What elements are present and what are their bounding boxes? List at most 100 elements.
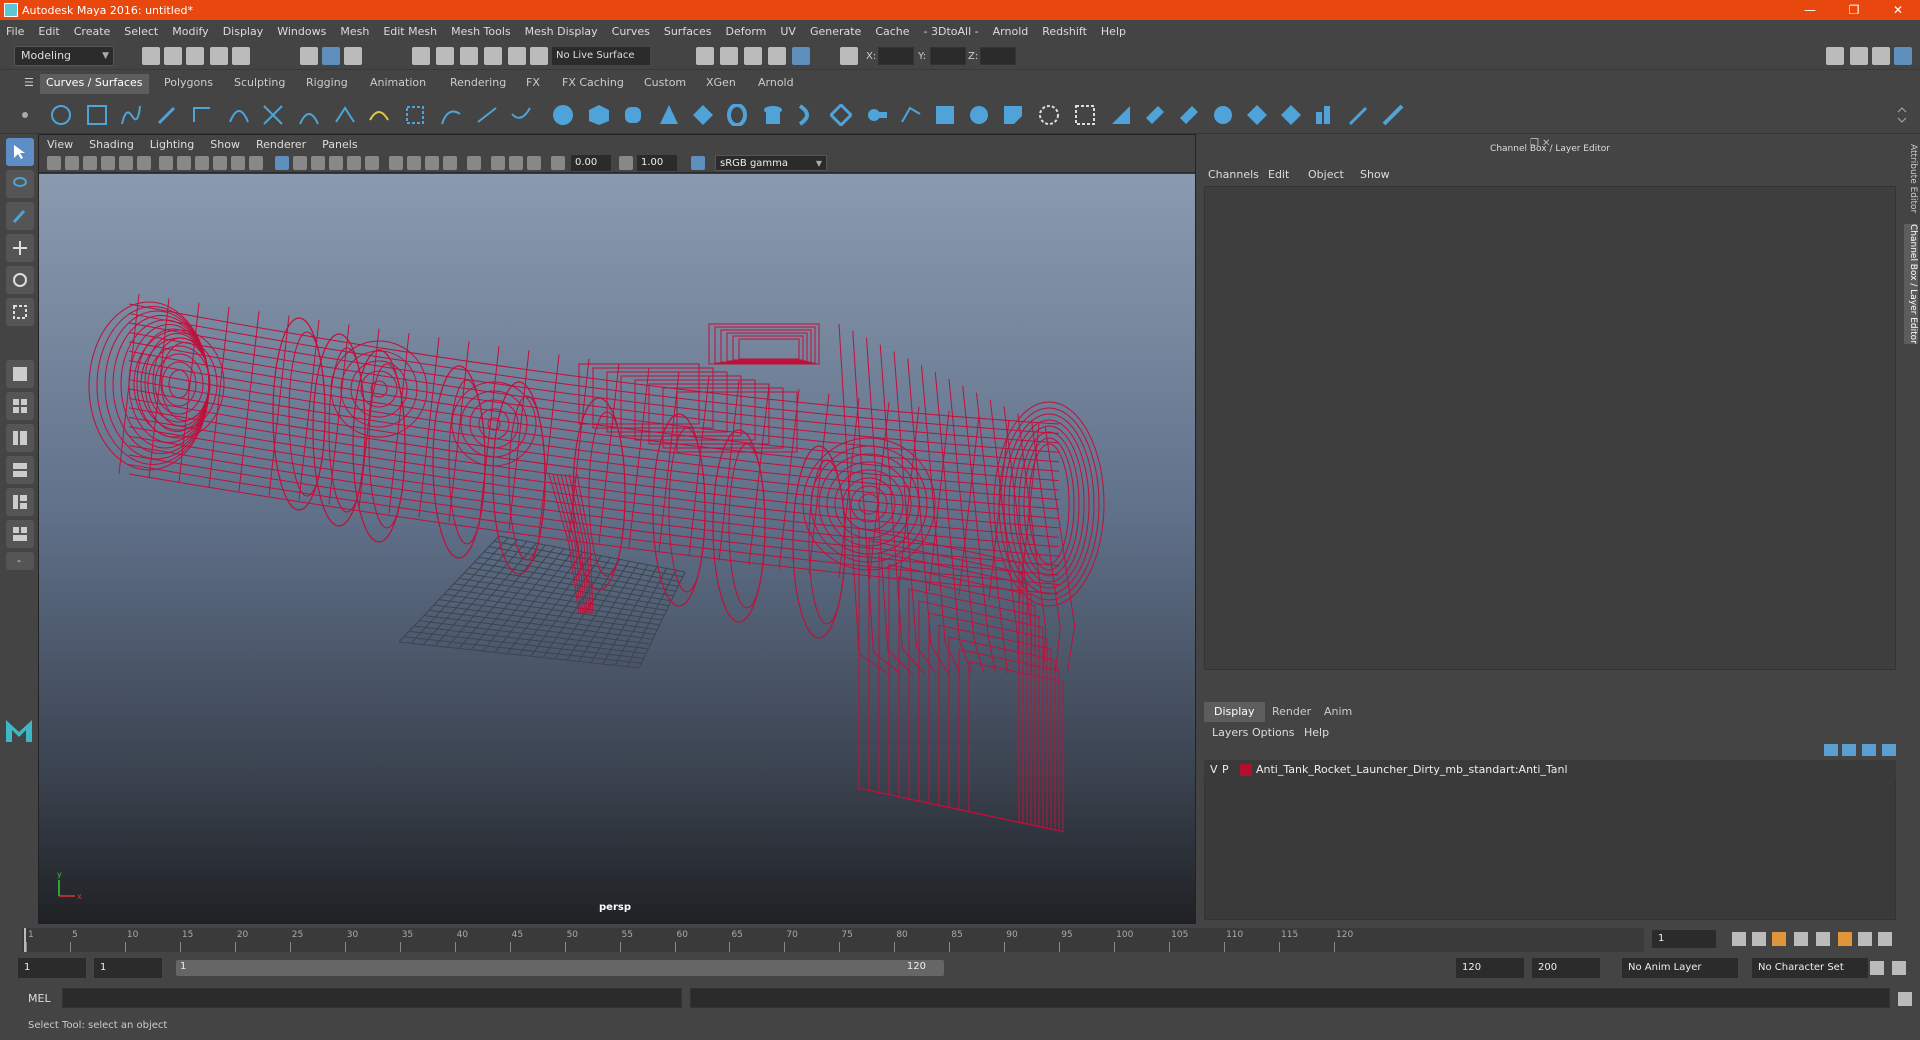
sculpt-geometry-icon[interactable] xyxy=(1348,104,1370,126)
menu-3dtoall[interactable]: - 3DtoAll - xyxy=(924,25,979,38)
rotate-tool[interactable] xyxy=(6,266,34,294)
playback-end-field[interactable]: 120 xyxy=(1456,958,1524,978)
field-chart-icon[interactable] xyxy=(231,156,245,170)
bevel-plus-icon[interactable] xyxy=(1002,104,1024,126)
detach-surfaces-icon[interactable] xyxy=(1280,104,1302,126)
layer-menu-options[interactable]: Options xyxy=(1252,726,1294,739)
menu-mesh-display[interactable]: Mesh Display xyxy=(525,25,598,38)
shelf-tab-curves-surfaces[interactable]: Curves / Surfaces xyxy=(40,74,149,94)
shelf-tab-xgen[interactable]: XGen xyxy=(700,74,742,94)
render-view-icon[interactable] xyxy=(696,47,714,65)
ipr-render-icon[interactable] xyxy=(744,47,762,65)
redo-icon[interactable] xyxy=(232,47,250,65)
snap-curve-icon[interactable] xyxy=(436,47,454,65)
select-tool[interactable] xyxy=(6,138,34,166)
shadows-icon[interactable] xyxy=(365,156,379,170)
step-back-frame-icon[interactable] xyxy=(1752,932,1766,946)
viewport-menu-lighting[interactable]: Lighting xyxy=(150,138,194,151)
layer-menu-layers[interactable]: Layers xyxy=(1212,726,1248,739)
rebuild-curve-icon[interactable] xyxy=(440,104,462,126)
shelf-tab-arnold[interactable]: Arnold xyxy=(752,74,800,94)
insert-knot-icon[interactable] xyxy=(334,104,356,126)
shelf-tab-sculpting[interactable]: Sculpting xyxy=(228,74,291,94)
animation-start-field[interactable]: 1 xyxy=(18,958,86,978)
shelf-tab-fx-caching[interactable]: FX Caching xyxy=(556,74,630,94)
go-to-end-icon[interactable] xyxy=(1878,932,1892,946)
snap-grid-icon[interactable] xyxy=(412,47,430,65)
add-points-icon[interactable] xyxy=(476,104,498,126)
select-camera-icon[interactable] xyxy=(47,156,61,170)
wireframe-on-shaded-icon[interactable] xyxy=(311,156,325,170)
resolution-gate-icon[interactable] xyxy=(195,156,209,170)
attribute-editor-toggle-icon[interactable] xyxy=(1850,47,1868,65)
four-view-layout[interactable] xyxy=(6,392,34,420)
safe-action-icon[interactable] xyxy=(249,156,263,170)
image-plane-icon[interactable] xyxy=(101,156,115,170)
viewport-menu-panels[interactable]: Panels xyxy=(322,138,357,151)
move-layer-down-icon[interactable] xyxy=(1842,744,1856,756)
menu-redshift[interactable]: Redshift xyxy=(1042,25,1087,38)
play-backwards-icon[interactable] xyxy=(1794,932,1808,946)
gate-mask-icon[interactable] xyxy=(213,156,227,170)
nurbs-cone-icon[interactable] xyxy=(658,104,680,126)
layer-menu-help[interactable]: Help xyxy=(1304,726,1329,739)
shelf-settings-icon[interactable] xyxy=(18,104,32,126)
persp-hypershade-layout[interactable] xyxy=(6,488,34,516)
isolate-select-icon[interactable] xyxy=(467,156,481,170)
x-field[interactable] xyxy=(878,47,914,65)
channel-menu-edit[interactable]: Edit xyxy=(1268,168,1289,181)
menu-mesh[interactable]: Mesh xyxy=(340,25,369,38)
channel-box-toggle-icon[interactable] xyxy=(1894,47,1912,65)
viewport-canvas[interactable]: y x persp xyxy=(39,174,1195,924)
shelf-menu-icon[interactable]: ☰ xyxy=(18,74,34,94)
go-to-start-icon[interactable] xyxy=(1732,932,1746,946)
animation-end-field[interactable]: 200 xyxy=(1532,958,1600,978)
select-by-component-icon[interactable] xyxy=(344,47,362,65)
shelf-tab-rigging[interactable]: Rigging xyxy=(300,74,354,94)
persp-uv-layout[interactable] xyxy=(6,520,34,548)
select-by-hierarchy-icon[interactable] xyxy=(300,47,318,65)
open-scene-icon[interactable] xyxy=(164,47,182,65)
viewport-menu-show[interactable]: Show xyxy=(210,138,240,151)
channel-menu-channels[interactable]: Channels xyxy=(1208,168,1259,181)
minimize-icon[interactable]: — xyxy=(1788,0,1832,20)
attach-surfaces-icon[interactable] xyxy=(1246,104,1268,126)
viewport-menu-renderer[interactable]: Renderer xyxy=(256,138,306,151)
menu-select[interactable]: Select xyxy=(124,25,158,38)
wireframe-icon[interactable] xyxy=(275,156,289,170)
paint-select-tool[interactable] xyxy=(6,202,34,230)
project-curve-icon[interactable] xyxy=(1110,104,1132,126)
render-settings-icon[interactable] xyxy=(768,47,786,65)
exposure-icon[interactable] xyxy=(551,156,565,170)
xray-icon[interactable] xyxy=(491,156,505,170)
multisample-aa-icon[interactable] xyxy=(425,156,439,170)
y-field[interactable] xyxy=(930,47,966,65)
depth-of-field-icon[interactable] xyxy=(443,156,457,170)
attach-curves-icon[interactable] xyxy=(262,104,284,126)
side-tab-attribute-editor[interactable]: Attribute Editor xyxy=(1904,144,1918,214)
menu-create[interactable]: Create xyxy=(74,25,111,38)
textured-icon[interactable] xyxy=(329,156,343,170)
move-layer-up-icon[interactable] xyxy=(1824,744,1838,756)
modeling-toolkit-icon[interactable] xyxy=(1826,47,1844,65)
menu-display[interactable]: Display xyxy=(223,25,264,38)
nurbs-cube-icon[interactable] xyxy=(588,104,610,126)
range-slider-bar[interactable]: 1 120 xyxy=(176,960,944,976)
close-panel-icon[interactable]: ✕ xyxy=(1542,138,1550,149)
mel-label[interactable]: MEL xyxy=(28,992,51,1005)
use-all-lights-icon[interactable] xyxy=(347,156,361,170)
untrim-icon[interactable] xyxy=(1212,104,1234,126)
shelf-tab-custom[interactable]: Custom xyxy=(638,74,692,94)
extend-curve-icon[interactable] xyxy=(368,104,390,126)
hypershade-icon[interactable] xyxy=(792,47,810,65)
film-gate-icon[interactable] xyxy=(177,156,191,170)
menu-help[interactable]: Help xyxy=(1101,25,1126,38)
lasso-tool[interactable] xyxy=(6,170,34,198)
shelf-tab-fx[interactable]: FX xyxy=(520,74,546,94)
menu-surfaces[interactable]: Surfaces xyxy=(664,25,712,38)
current-frame-field[interactable]: 1 xyxy=(1652,930,1716,948)
menu-uv[interactable]: UV xyxy=(780,25,796,38)
smooth-shade-icon[interactable] xyxy=(293,156,307,170)
play-forwards-icon[interactable] xyxy=(1816,932,1830,946)
shelf-tab-polygons[interactable]: Polygons xyxy=(158,74,219,94)
